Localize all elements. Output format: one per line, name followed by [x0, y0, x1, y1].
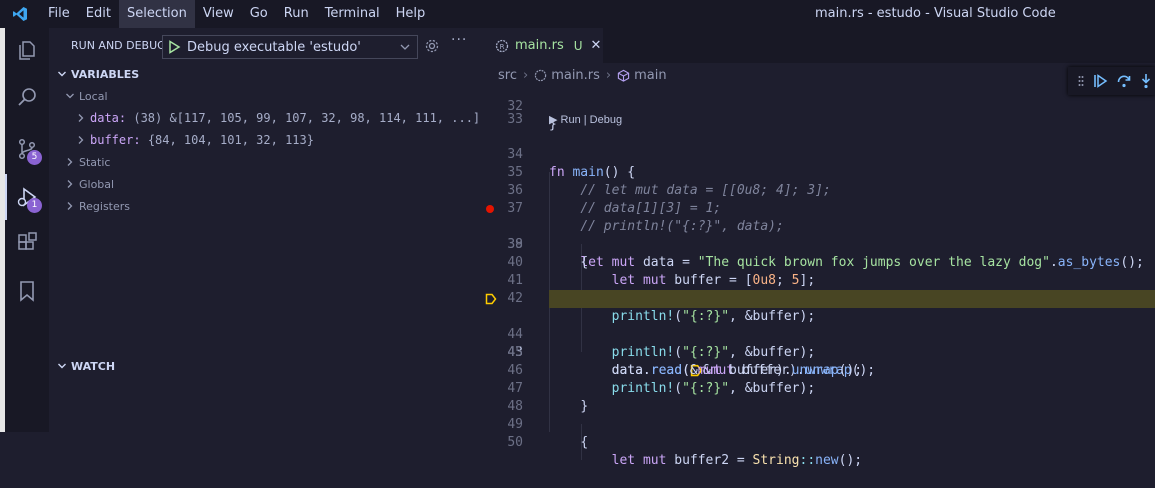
- gear-icon[interactable]: [424, 38, 440, 54]
- current-statement-icon: [485, 293, 497, 305]
- current-execution-line: 43 data.read(&mut buffer).unwrap();: [485, 290, 1155, 378]
- explorer-button[interactable]: [5, 28, 49, 74]
- continue-icon[interactable]: [1092, 73, 1108, 89]
- line-number: 33: [507, 112, 523, 127]
- chevron-down-icon: [66, 93, 74, 99]
- activity-bar: 5 1: [5, 28, 49, 432]
- extensions-icon: [18, 232, 37, 250]
- scope-registers[interactable]: Registers: [65, 195, 130, 217]
- scope-static[interactable]: Static: [65, 151, 110, 173]
- variable-value: (38) &[117, 105, 99, 107, 32, 98, 114, 1…: [133, 111, 481, 125]
- code-line: 34 fn main() {: [485, 128, 1155, 180]
- variable-row[interactable]: buffer: {84, 104, 101, 32, 113}: [76, 129, 314, 151]
- variable-name: buffer:: [90, 133, 141, 147]
- menu-go[interactable]: Go: [242, 0, 276, 28]
- extensions-button[interactable]: [5, 220, 49, 266]
- code-line: 38 let mut data = "The quick brown fox j…: [485, 200, 1155, 270]
- chevron-right-icon: [67, 158, 73, 166]
- current-line-highlight: [549, 290, 1155, 308]
- debug-header: RUN AND DEBUG Debug executable 'estudo' …: [49, 28, 485, 64]
- breakpoint-icon[interactable]: [486, 205, 494, 213]
- code-line: 47 }: [485, 362, 1155, 414]
- code-line: 35 // let mut data = [[0u8; 4]; 3];: [485, 146, 1155, 198]
- untracked-status: U: [573, 38, 583, 53]
- chevron-down-icon: [400, 44, 410, 50]
- variable-row[interactable]: data: (38) &[117, 105, 99, 107, 32, 98, …: [76, 107, 480, 129]
- play-icon[interactable]: [167, 40, 181, 54]
- svg-text:R: R: [500, 43, 505, 51]
- scope-label: Local: [79, 89, 108, 103]
- scope-label: Registers: [79, 199, 131, 213]
- code-line: 49 {: [485, 398, 1155, 450]
- code-line: 45 data.read(&mut buffer).unwrap();: [485, 326, 1155, 378]
- menu-run[interactable]: Run: [276, 0, 317, 28]
- window-title: main.rs - estudo - Visual Studio Code: [815, 6, 1056, 21]
- more-actions-icon[interactable]: ···: [451, 32, 467, 48]
- chevron-down-icon: [58, 363, 66, 369]
- step-over-icon[interactable]: [1116, 73, 1132, 89]
- rust-file-icon: R: [495, 39, 509, 52]
- code-line: 36 // data[1][3] = 1;: [485, 164, 1155, 216]
- watch-title: WATCH: [71, 359, 116, 373]
- step-into-icon[interactable]: [1140, 73, 1152, 89]
- chevron-down-icon: [58, 71, 66, 77]
- debug-badge: 1: [27, 198, 42, 213]
- variable-name: data:: [90, 111, 127, 125]
- code-line: 42 println!("{:?}", &buffer);: [485, 272, 1155, 324]
- code-line: 48: [485, 380, 1155, 414]
- code-line: 44 println!("{:?}", &buffer);: [485, 308, 1155, 360]
- scope-local[interactable]: Local: [65, 85, 108, 107]
- menu-file[interactable]: File: [40, 0, 78, 28]
- bookmarks-button[interactable]: [5, 268, 49, 314]
- vscode-logo-icon: [0, 0, 40, 28]
- code-line: 41 data.read(&mut buffer).unwrap();: [485, 254, 1155, 306]
- drag-handle-icon[interactable]: [1078, 75, 1084, 87]
- menu-terminal[interactable]: Terminal: [317, 0, 388, 28]
- run-debug-sidebar: RUN AND DEBUG Debug executable 'estudo' …: [49, 28, 485, 432]
- code-line: 50 let mut buffer2 = String::new();: [485, 416, 1155, 468]
- chevron-right-icon: [78, 114, 84, 122]
- code-line: 37 // println!("{:?}", data);: [485, 182, 1155, 234]
- chevron-right-icon: [67, 180, 73, 188]
- source-control-button[interactable]: 5: [5, 126, 49, 172]
- run-debug-button[interactable]: 1: [5, 174, 49, 220]
- menu-edit[interactable]: Edit: [78, 0, 119, 28]
- close-icon[interactable]: ✕: [591, 38, 602, 53]
- tab-bar: R main.rs U ✕: [485, 28, 1155, 63]
- chevron-right-icon: [78, 136, 84, 144]
- variables-title: VARIABLES: [71, 67, 140, 81]
- code-line: 39 {: [485, 218, 1155, 270]
- search-button[interactable]: [5, 74, 49, 120]
- menu-view[interactable]: View: [195, 0, 242, 28]
- bookmark-icon: [20, 281, 34, 302]
- codelens-run-debug[interactable]: ▶ Run | Debug: [549, 111, 622, 129]
- scope-label: Static: [79, 155, 111, 169]
- code-line: 33: [485, 93, 1155, 127]
- tab-main-rs[interactable]: R main.rs U ✕: [485, 28, 603, 63]
- title-bar: File Edit Selection View Go Run Terminal…: [0, 0, 1155, 28]
- code-line: 40 let mut buffer = [0u8; 5];: [485, 236, 1155, 288]
- chevron-right-icon: [67, 202, 73, 210]
- tab-label: main.rs: [515, 38, 564, 53]
- debug-toolbar: [1068, 67, 1155, 95]
- search-icon: [18, 88, 36, 106]
- source-control-badge: 5: [27, 150, 42, 165]
- files-icon: [19, 41, 35, 60]
- menu-selection[interactable]: Selection: [118, 0, 195, 28]
- scope-label: Global: [79, 177, 115, 191]
- menu-help[interactable]: Help: [388, 0, 434, 28]
- debug-config-select[interactable]: Debug executable 'estudo': [162, 35, 418, 59]
- variables-section-header[interactable]: VARIABLES: [49, 64, 485, 84]
- debug-title: RUN AND DEBUG: [71, 39, 166, 52]
- watch-section-header[interactable]: WATCH: [49, 356, 485, 376]
- line-number: 50: [507, 435, 523, 450]
- code-line: 46 println!("{:?}", &buffer);: [485, 344, 1155, 396]
- debug-config-label: Debug executable 'estudo': [187, 39, 361, 55]
- scope-global[interactable]: Global: [65, 173, 114, 195]
- variable-value: {84, 104, 101, 32, 113}: [147, 133, 314, 147]
- editor-area: R main.rs U ✕ src › main.rs › main 32 } …: [485, 28, 1155, 468]
